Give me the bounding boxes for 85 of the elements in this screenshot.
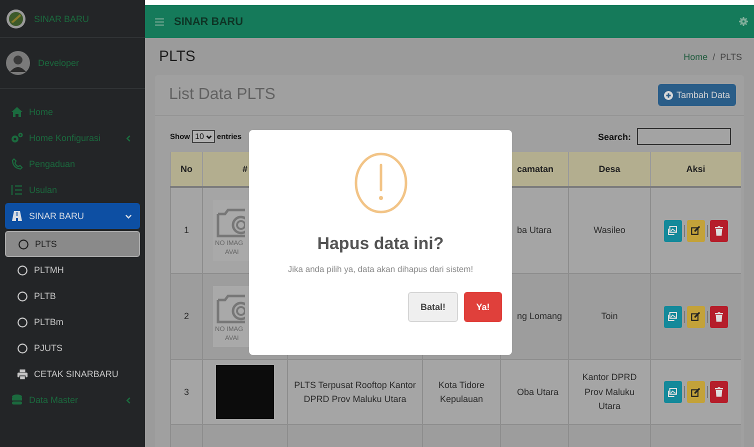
delete-button[interactable]: [710, 306, 728, 328]
view-button[interactable]: [664, 306, 682, 328]
table-cell: PLTS Terpusat Rooftop Kantor DPRD Prov Maluku Utara: [294, 380, 416, 404]
sidebar-subitem[interactable]: PLTS: [5, 231, 140, 257]
delete-button[interactable]: [710, 220, 728, 242]
edit-icon: [691, 388, 700, 396]
caret-left-icon: [125, 134, 132, 142]
camera-icon: [215, 206, 245, 240]
column-header: Desa: [598, 164, 620, 174]
edit-button[interactable]: [686, 220, 705, 242]
dialog-title: Hapus data ini?: [317, 234, 444, 254]
table-cell: Oba Utara: [517, 386, 559, 397]
confirm-button[interactable]: Ya!: [464, 292, 502, 322]
sidebar-subitem[interactable]: CETAK SINARBARU: [5, 361, 140, 387]
breadcrumb-item[interactable]: Home: [684, 52, 708, 62]
gears-icon: [11, 132, 23, 144]
brand-name: SINAR BARU: [34, 14, 90, 24]
table-cell: ba Utara: [517, 225, 552, 236]
sidebar-item[interactable]: Pengaduan: [5, 151, 140, 177]
view-button[interactable]: [664, 381, 682, 403]
table-cell: Wasileo: [594, 225, 626, 236]
image-icon: [668, 388, 678, 396]
image-icon: [668, 312, 678, 321]
circle-icon: [17, 316, 28, 328]
card-title: List Data PLTS: [169, 86, 276, 104]
circle-icon: [18, 238, 29, 250]
sidebar-item[interactable]: SINAR BARU: [5, 203, 140, 229]
dialog-message: Jika anda pilih ya, data akan dihapus dari sistem!: [288, 264, 474, 274]
circle-icon: [17, 264, 28, 276]
sidebar-subitem[interactable]: PLTBm: [5, 309, 140, 335]
trash-icon: [714, 312, 723, 322]
printer-icon: [17, 368, 28, 380]
search-field[interactable]: [637, 128, 731, 145]
trash-icon: [714, 226, 723, 236]
sidebar-item[interactable]: Usulan: [5, 177, 140, 203]
table-cell: ng Lomang: [517, 311, 562, 322]
circle-icon: [17, 290, 28, 302]
column-header: #: [242, 164, 248, 174]
table-cell: Kantor DPRD Prov Maluku Utara: [582, 372, 637, 412]
edit-icon: [691, 226, 700, 235]
sidebar-item[interactable]: Data Master: [5, 387, 140, 413]
breadcrumb-item: PLTS: [720, 52, 742, 62]
chevron-down-icon: [206, 134, 212, 140]
database-icon: [11, 394, 23, 406]
road-icon: [11, 210, 23, 222]
sidebar-item[interactable]: Home Konfigurasi: [5, 125, 140, 151]
edit-button[interactable]: [686, 306, 705, 328]
page-title: PLTS: [159, 48, 196, 65]
sidebar-subitem[interactable]: PLTB: [5, 283, 140, 309]
list-icon: [11, 184, 23, 196]
edit-button[interactable]: [686, 381, 705, 403]
caret-left-icon: [125, 396, 132, 404]
camera-icon: [215, 292, 245, 326]
sidebar-subitem[interactable]: PJUTS: [5, 335, 140, 361]
plus-circle-icon: [664, 90, 674, 100]
phone-icon: [11, 158, 23, 170]
cancel-button[interactable]: Batal!: [408, 292, 458, 322]
table-cell: 1: [184, 225, 189, 236]
edit-icon: [691, 312, 700, 321]
logo-icon: [6, 8, 26, 28]
delete-button[interactable]: [710, 381, 728, 403]
breadcrumb-separator: /: [712, 52, 716, 62]
photo-placeholder: [216, 365, 274, 419]
caret-down-icon: [125, 212, 132, 220]
table-cell: Toin: [601, 311, 618, 322]
image-icon: [668, 226, 678, 235]
warning-icon: [354, 152, 408, 214]
sidebar-item[interactable]: Home: [5, 99, 140, 125]
user-name: Developer: [38, 58, 80, 68]
table-cell: 2: [184, 311, 189, 322]
add-data-button[interactable]: Tambah Data: [658, 84, 736, 106]
column-header: camatan: [517, 164, 554, 174]
table-cell: Kota Tidore Kepulauan: [438, 380, 485, 404]
app-title: SINAR BARU: [174, 16, 244, 28]
trash-icon: [714, 387, 723, 397]
view-button[interactable]: [664, 220, 682, 242]
table-cell: 3: [184, 386, 189, 397]
circle-icon: [17, 342, 28, 354]
column-header: No: [180, 164, 192, 174]
avatar-icon: [6, 51, 30, 75]
search-label: Search:: [598, 132, 631, 142]
sidebar-subitem[interactable]: PLTMH: [5, 257, 140, 283]
page-size-select[interactable]: 10: [192, 130, 215, 143]
home-icon: [11, 106, 23, 118]
column-header: Aksi: [686, 164, 706, 174]
